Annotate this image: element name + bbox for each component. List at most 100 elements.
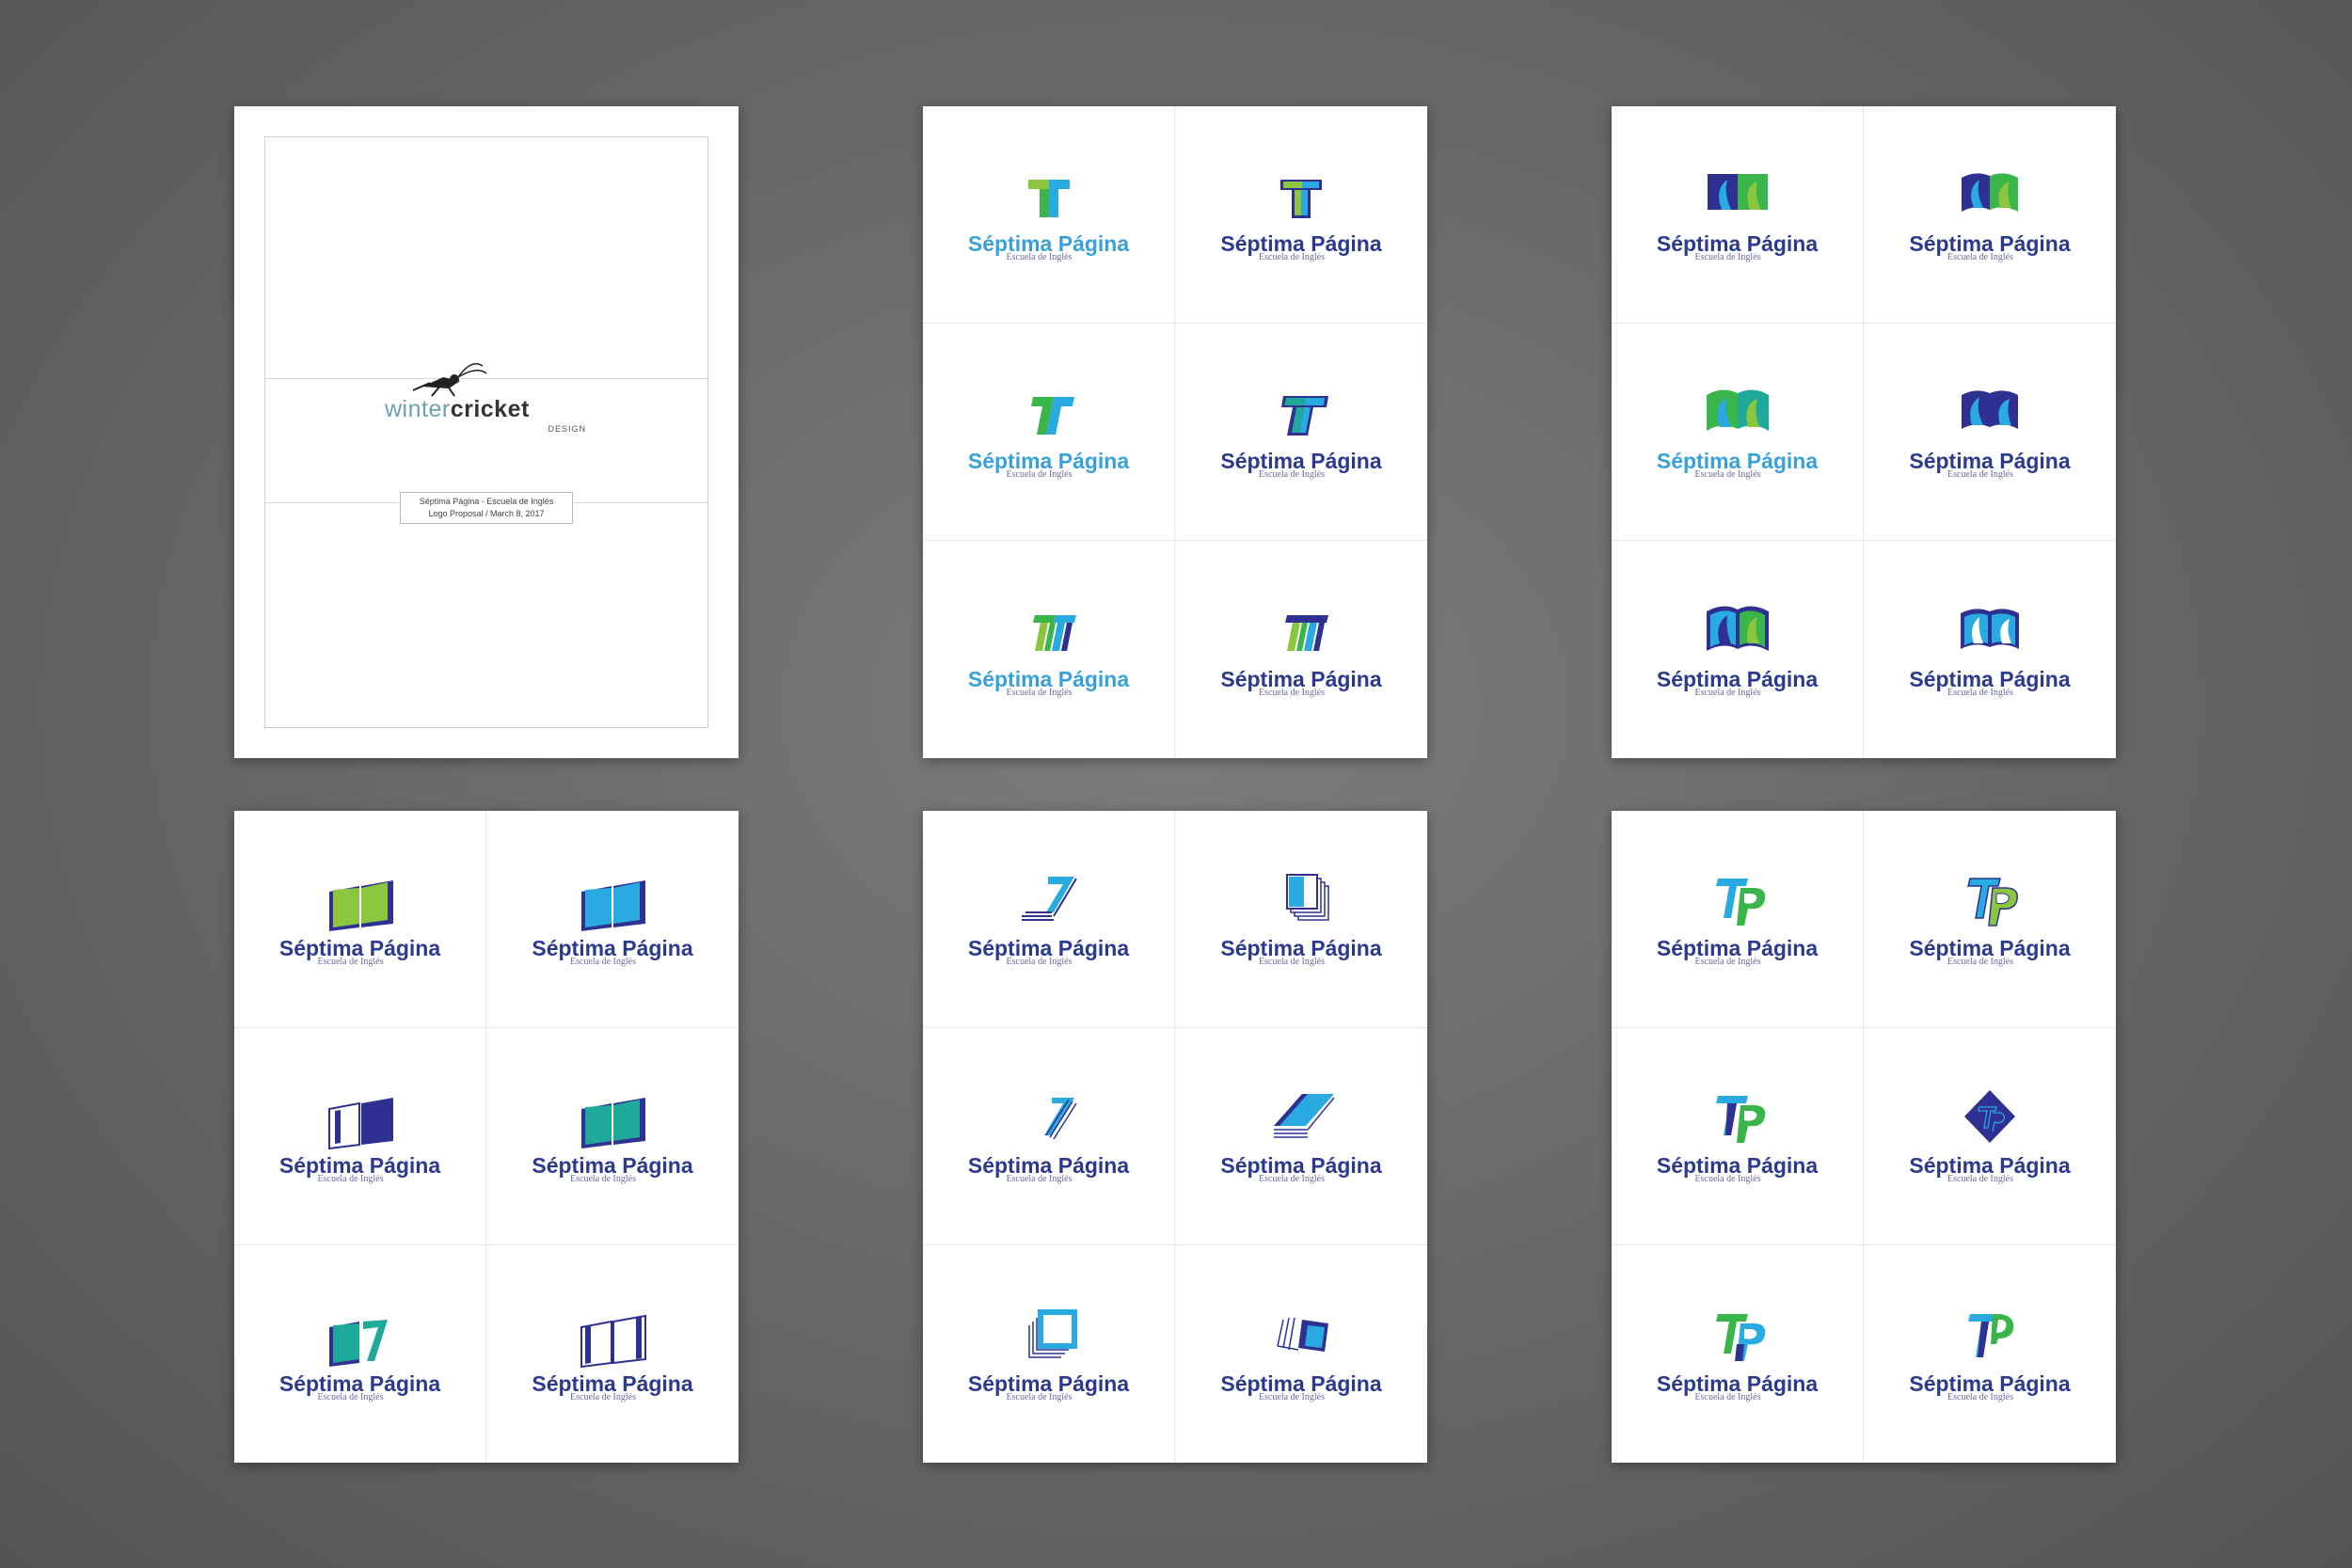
logo-variant: Séptima Página Escuela de Inglés [1864,1028,2116,1245]
logo-tagline: Escuela de Inglés [317,957,384,967]
logo-variant: Séptima Página Escuela de Inglés [234,811,486,1028]
logo-variant: Séptima Página Escuela de Inglés [1612,1245,1864,1463]
logo-variant: Séptima Página Escuela de Inglés [1612,1028,1864,1245]
logo-tagline: Escuela de Inglés [1006,1391,1073,1402]
logo-tagline: Escuela de Inglés [1694,1391,1761,1402]
tp-monogram-icon [1715,879,1765,926]
wordmark-light: winter [385,396,451,422]
logo-variant: Séptima Página Escuela de Inglés [1175,811,1427,1028]
wave-book-icon [1706,389,1769,431]
logo-tagline: Escuela de Inglés [570,1391,636,1402]
logo-tagline: Escuela de Inglés [1259,687,1325,698]
logo-tagline: Escuela de Inglés [1006,252,1073,262]
logo-variant: Séptima Página Escuela de Inglés [1612,541,1864,758]
wave-book-icon [1962,173,2018,212]
wave-book-sheet: Séptima Página Escuela de Inglés Séptima… [1612,106,2116,758]
logo-variant: Séptima Página Escuela de Inglés [1864,1245,2116,1463]
logo-name: Séptima Página [278,1370,441,1396]
logo-variant: Séptima Página Escuela de Inglés [923,1245,1175,1463]
logo-tagline: Escuela de Inglés [1006,1174,1073,1184]
logo-variant: Séptima Página Escuela de Inglés [1864,324,2116,541]
logo-variant: Séptima Página Escuela de Inglés [1175,1028,1427,1245]
logo-name: Séptima Página [1220,1370,1382,1396]
logo-tagline: Escuela de Inglés [1259,1391,1325,1402]
t-letter-icon [1280,180,1322,218]
t-letter-icon [1027,180,1070,217]
logo-name: Séptima Página [1220,666,1382,691]
logo-name: Séptima Página [1909,1370,2071,1396]
logo-tagline: Escuela de Inglés [317,1174,384,1184]
logo-tagline: Escuela de Inglés [1947,957,2013,967]
logo-tagline: Escuela de Inglés [1006,957,1073,967]
logo-variant: Séptima Página Escuela de Inglés [923,541,1175,758]
logo-tagline: Escuela de Inglés [1006,687,1073,698]
wave-book-icon [1961,608,2019,649]
logo-tagline: Escuela de Inglés [1947,1174,2013,1184]
wintercricket-wordmark: wintercricket [385,396,530,423]
logo-variant: Séptima Página Escuela de Inglés [1612,324,1864,541]
open-book-sheet: Séptima Página Escuela de Inglés Séptima… [234,811,739,1463]
open-book-icon [328,1319,388,1367]
t-letter-icon [1285,614,1328,651]
t-letter-sheet: Séptima Página Escuela de Inglés Séptima… [923,106,1427,758]
logo-variant: Séptima Página Escuela de Inglés [486,1028,739,1245]
logo-tagline: Escuela de Inglés [570,957,636,967]
logo-variant: Séptima Página Escuela de Inglés [1175,1245,1427,1463]
open-book-icon [327,1098,393,1150]
logo-name: Séptima Página [1909,666,2071,691]
logo-variant: Séptima Página Escuela de Inglés [1864,811,2116,1028]
logo-variant: Séptima Página Escuela de Inglés [923,324,1175,541]
logo-name: Séptima Página [967,666,1130,691]
logo-variant: Séptima Página Escuela de Inglés [1612,106,1864,324]
tp-monogram-icon [1715,1096,1765,1143]
open-book-icon [581,1098,645,1148]
logo-variant: Séptima Página Escuela de Inglés [1175,106,1427,324]
hollow-page-icon [1027,1308,1077,1358]
page-stack-icon [1286,874,1329,921]
logo-tagline: Escuela de Inglés [1694,1174,1761,1184]
t-letter-icon [1281,396,1328,436]
logo-tagline: Escuela de Inglés [1259,469,1325,480]
wave-book-icon [1707,174,1768,210]
seven-pages-sheet: Séptima Página Escuela de Inglés Séptima… [923,811,1427,1463]
logo-variant: Séptima Página Escuela de Inglés [1175,324,1427,541]
logo-tagline: Escuela de Inglés [1947,252,2013,262]
logo-tagline: Escuela de Inglés [1947,469,2013,480]
t-letter-icon [1032,614,1076,651]
logo-tagline: Escuela de Inglés [1694,687,1761,698]
tp-monogram-sheet: Séptima Página Escuela de Inglés Séptima… [1612,811,2116,1463]
seven-italic-icon [1043,1098,1077,1140]
stacked-slab-icon [1274,1094,1335,1138]
caption-line-2: Logo Proposal / March 8, 2017 [428,509,545,518]
logo-variant: Séptima Página Escuela de Inglés [923,106,1175,324]
logo-tagline: Escuela de Inglés [1694,252,1761,262]
tp-diamond-icon [1964,1090,2015,1143]
logo-name: Séptima Página [967,1370,1130,1396]
logo-tagline: Escuela de Inglés [317,1391,384,1402]
tp-monogram-icon [1967,878,2018,927]
logo-variant: Séptima Página Escuela de Inglés [486,1245,739,1463]
wave-book-icon [1962,390,2018,429]
logo-variant: Séptima Página Escuela de Inglés [234,1028,486,1245]
seven-stack-icon [1021,877,1077,921]
logo-variant: Séptima Página Escuela de Inglés [1612,811,1864,1028]
logo-tagline: Escuela de Inglés [570,1174,636,1184]
logo-tagline: Escuela de Inglés [1006,469,1073,480]
wordmark-bold: cricket [450,396,530,422]
open-book-icon [581,880,645,931]
logo-tagline: Escuela de Inglés [1694,469,1761,480]
logo-tagline: Escuela de Inglés [1947,1391,2013,1402]
logo-variant: Séptima Página Escuela de Inglés [923,811,1175,1028]
logo-variant: Séptima Página Escuela de Inglés [234,1245,486,1463]
logo-tagline: Escuela de Inglés [1947,687,2013,698]
open-book-icon [328,880,393,931]
logo-variant: Séptima Página Escuela de Inglés [1864,541,2116,758]
logo-name: Séptima Página [532,1370,693,1396]
wave-book-icon [1706,605,1769,651]
logo-tagline: Escuela de Inglés [1694,957,1761,967]
logo-variant: Séptima Página Escuela de Inglés [486,811,739,1028]
tp-monogram-icon [1715,1313,1765,1361]
logo-name: Séptima Página [1656,666,1819,691]
tilted-square-icon [1277,1317,1328,1352]
t-letter-icon [1030,397,1074,435]
